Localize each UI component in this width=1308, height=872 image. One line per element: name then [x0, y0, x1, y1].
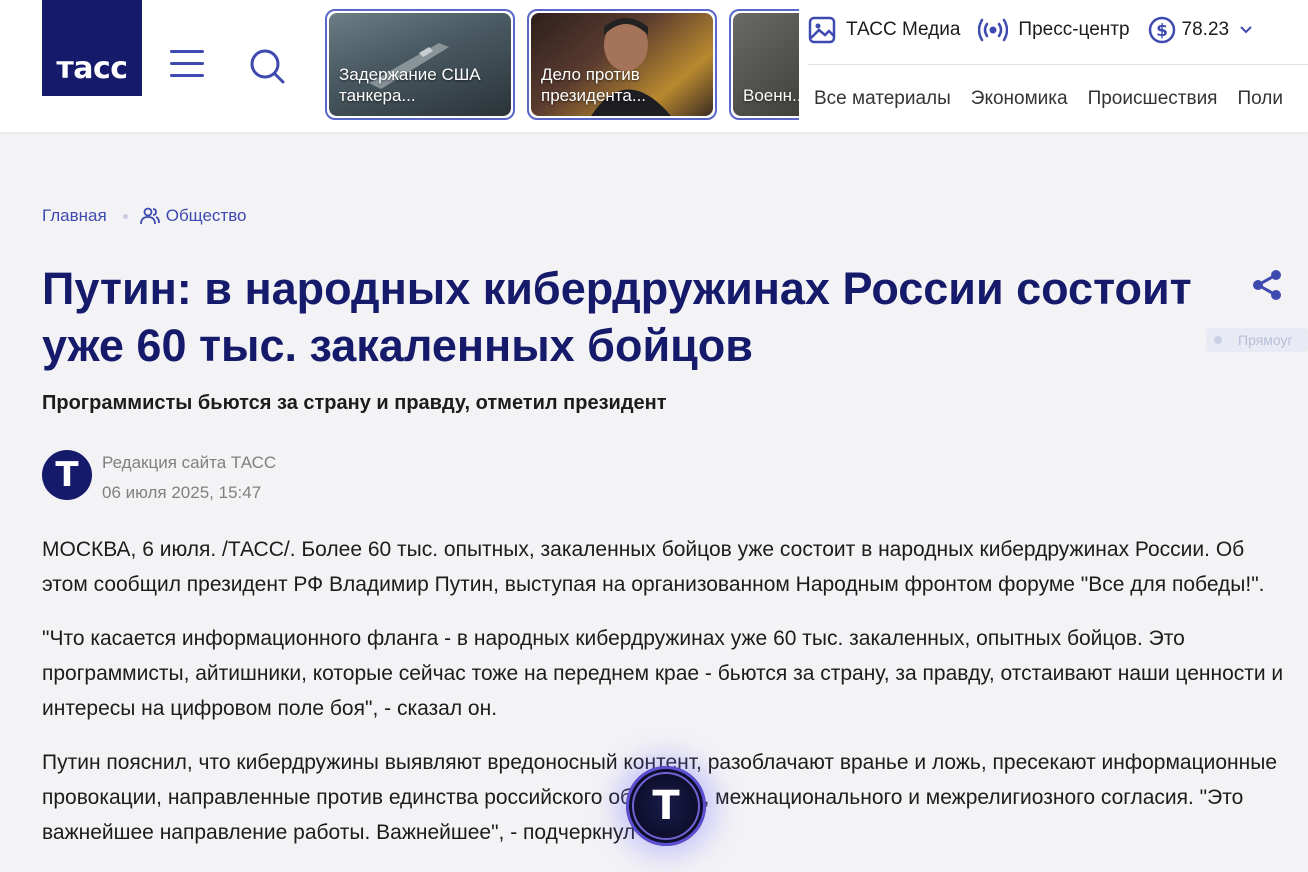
site-header: тасс Задержание США танкера... Дело прот… [0, 0, 1308, 132]
breadcrumb-separator [122, 213, 128, 219]
avatar-letter: Т [55, 455, 79, 495]
tass-logo[interactable]: тасс [42, 0, 142, 96]
svg-text:$: $ [1156, 21, 1168, 41]
article-paragraph: "Что касается информационного фланга - в… [42, 627, 1284, 720]
image-icon [808, 16, 836, 44]
avatar[interactable]: Т [42, 450, 92, 500]
article-subtitle: Программисты бьются за страну и правду, … [42, 392, 667, 414]
nav-incidents[interactable]: Происшествия [1088, 88, 1218, 110]
breadcrumb-section[interactable]: Общество [166, 206, 247, 226]
story-card-president[interactable]: Дело против президента... [527, 9, 717, 120]
live-badge[interactable]: Прямоуг [1206, 328, 1308, 352]
live-dot-icon [1214, 336, 1222, 344]
story-caption: Военн... на Ук... [743, 86, 799, 105]
author-name[interactable]: Редакция сайта ТАСС [102, 448, 276, 478]
header-divider [808, 64, 1308, 65]
fab-letter: Т [652, 783, 680, 829]
publish-date: 06 июля 2025, 15:47 [102, 483, 262, 502]
logo-text: тасс [56, 51, 128, 86]
floating-assistant-button[interactable]: Т [626, 766, 706, 846]
dollar-icon: $ [1148, 16, 1175, 44]
story-caption: Дело против президента... [541, 65, 647, 105]
currency-dropdown[interactable]: $ 78.23 [1148, 16, 1254, 44]
breadcrumb-home[interactable]: Главная [42, 206, 107, 226]
tass-media-link[interactable]: ТАСС Медиа [808, 16, 960, 44]
story-caption: Задержание США танкера... [339, 65, 481, 105]
story-card-tanker[interactable]: Задержание США танкера... [325, 9, 515, 120]
search-icon[interactable] [248, 47, 286, 85]
chevron-down-icon [1240, 26, 1252, 34]
live-label: Прямоуг [1238, 332, 1293, 348]
nav-economy[interactable]: Экономика [971, 88, 1068, 110]
press-center-link[interactable]: Пресс-центр [978, 17, 1130, 43]
author-block: Т Редакция сайта ТАСС 06 июля 2025, 15:4… [42, 448, 276, 508]
currency-value: 78.23 [1181, 19, 1230, 40]
share-icon[interactable] [1250, 268, 1284, 302]
nav-all-materials[interactable]: Все материалы [814, 88, 951, 110]
tass-media-label: ТАСС Медиа [846, 19, 961, 40]
story-card-military[interactable]: Военн... на Ук... [729, 9, 799, 120]
nav-politics[interactable]: Поли [1237, 88, 1283, 110]
article-paragraph: МОСКВА, 6 июля. /ТАСС/. Более 60 тыс. оп… [42, 538, 1265, 596]
menu-icon[interactable] [170, 50, 204, 78]
press-center-label: Пресс-центр [1018, 19, 1130, 40]
article-title: Путин: в народных кибердружинах России с… [42, 263, 1192, 371]
people-icon [139, 207, 160, 225]
section-nav: Все материалы Экономика Происшествия Пол… [814, 88, 1303, 110]
breadcrumb: Главная Общество [42, 206, 247, 226]
broadcast-icon [978, 18, 1009, 42]
top-nav: ТАСС Медиа Пресс-центр $ 78.23 [808, 14, 1271, 46]
